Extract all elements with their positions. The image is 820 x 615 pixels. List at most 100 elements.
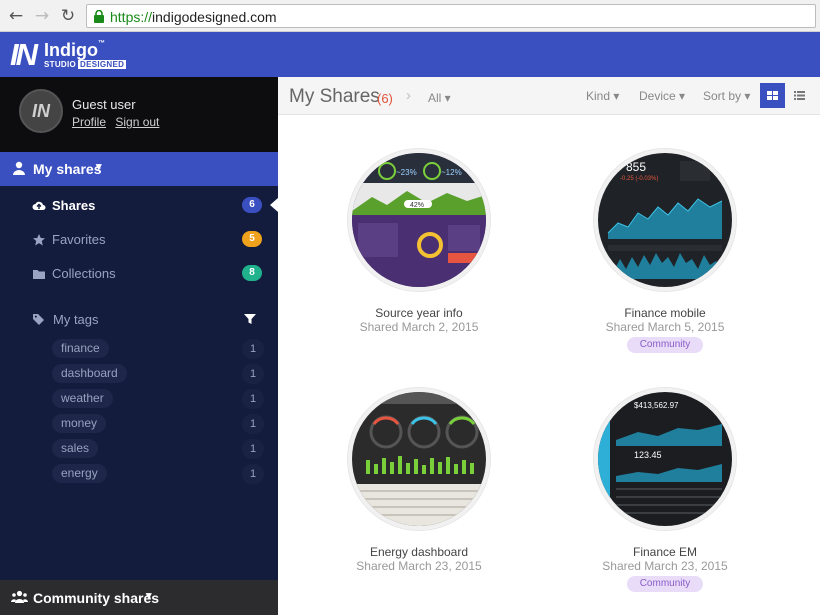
logo-sub: STUDIO DESIGNED [44, 60, 127, 69]
tag-row[interactable]: sales 1 [0, 436, 278, 461]
logo[interactable]: IN Indigo™ STUDIO DESIGNED [10, 37, 127, 75]
card-title[interactable]: Finance mobile [580, 306, 750, 320]
my-shares-header[interactable]: My shares ▾ [0, 152, 278, 186]
active-pointer [270, 198, 278, 212]
main-toolbar: My Shares (6) › All ▾ Kind ▾ Device ▾ So… [278, 77, 820, 115]
filter-icon[interactable] [244, 313, 256, 325]
tag-row[interactable]: dashboard 1 [0, 361, 278, 386]
tag-count: 1 [242, 339, 264, 359]
kind-dropdown[interactable]: Kind ▾ [586, 89, 619, 103]
user-panel: IN Guest user Profile Sign out [0, 77, 278, 152]
browser-toolbar: ← → ↻ https://indigodesigned.com [0, 0, 820, 32]
card-thumbnail[interactable]: ~23% ~12% 42% [348, 149, 490, 291]
tag-count: 1 [242, 439, 264, 459]
card-readout: ~23% [396, 168, 417, 177]
share-card[interactable]: ~23% ~12% 42% Source year info Shared Ma… [334, 149, 504, 339]
dashboard-preview-image: $413,562.97 123.45 [598, 392, 732, 526]
card-thumbnail[interactable]: 855 -0.25 (-0.03%) [594, 149, 736, 291]
logo-sub-designed: DESIGNED [78, 60, 127, 69]
share-card[interactable]: 855 -0.25 (-0.03%) Finance mobile Shared… [580, 149, 750, 355]
sidebar-item-label: Shares [52, 198, 96, 213]
community-shares-label: Community shares [33, 590, 160, 606]
count-badge: 5 [242, 231, 262, 247]
sidebar-item-label: Favorites [52, 232, 106, 247]
card-date: Shared March 23, 2015 [602, 559, 728, 573]
tag-chip[interactable]: weather [52, 389, 113, 408]
card-title[interactable]: Source year info [334, 306, 504, 320]
tag-count: 1 [242, 364, 264, 384]
sidebar-item-label: Collections [52, 266, 116, 281]
dashboard-preview-image [352, 392, 486, 526]
chevron-down-icon: ▾ [146, 590, 152, 602]
sidebar-item-favorites[interactable]: Favorites 5 [0, 224, 278, 256]
share-card[interactable]: Energy dashboard Shared March 23, 2015 [334, 388, 504, 578]
chevron-down-icon: ▾ [96, 161, 102, 173]
card-readout: 123.45 [634, 450, 662, 460]
user-name: Guest user [72, 97, 136, 112]
profile-link[interactable]: Profile [72, 115, 106, 129]
sidebar-item-shares[interactable]: Shares 6 [0, 190, 278, 222]
chevron-right-icon: › [406, 87, 411, 104]
tag-chip[interactable]: sales [52, 439, 99, 458]
card-title[interactable]: Finance EM [580, 545, 750, 559]
sign-out-link[interactable]: Sign out [115, 115, 159, 129]
avatar[interactable]: IN [19, 89, 63, 133]
card-title[interactable]: Energy dashboard [334, 545, 504, 559]
list-view-button[interactable] [787, 83, 812, 108]
forward-icon[interactable]: → [32, 6, 52, 26]
filter-all-label: All [428, 91, 442, 105]
url-host: indigodesigned.com [152, 9, 277, 25]
card-thumbnail[interactable] [348, 388, 490, 530]
sidebar: IN Guest user Profile Sign out My shares… [0, 77, 278, 615]
kind-label: Kind [586, 89, 611, 103]
lock-icon [94, 10, 104, 23]
dashboard-preview-image: ~23% ~12% 42% [352, 153, 486, 287]
grid-icon [767, 91, 778, 100]
card-thumbnail[interactable]: $413,562.97 123.45 [594, 388, 736, 530]
tag-count: 1 [242, 389, 264, 409]
my-shares-label: My shares [33, 161, 102, 177]
url-text: https://indigodesigned.com [110, 9, 277, 25]
sort-dropdown[interactable]: Sort by ▾ [703, 89, 750, 103]
reload-icon[interactable]: ↻ [58, 6, 78, 26]
tag-row[interactable]: weather 1 [0, 386, 278, 411]
tag-count: 1 [242, 414, 264, 434]
title-count: (6) [377, 91, 393, 106]
dashboard-preview-image: 855 -0.25 (-0.03%) [598, 153, 732, 287]
community-badge: Community [627, 576, 703, 592]
cloud-upload-icon [32, 201, 46, 210]
tag-chip[interactable]: energy [52, 464, 107, 483]
filter-all-dropdown[interactable]: All ▾ [428, 91, 451, 105]
card-date: Shared March 5, 2015 [605, 320, 725, 334]
page-title: My Shares [289, 86, 380, 107]
card-readout: $413,562.97 [634, 401, 679, 410]
logo-name: Indigo™ [44, 40, 105, 61]
tag-row[interactable]: money 1 [0, 411, 278, 436]
tags-icon [33, 314, 44, 325]
tag-chip[interactable]: finance [52, 339, 109, 358]
address-bar[interactable]: https://indigodesigned.com [86, 4, 816, 28]
device-label: Device [639, 89, 676, 103]
grid-view-button[interactable] [760, 83, 785, 108]
card-readout: 42% [410, 202, 424, 209]
community-shares-header[interactable]: Community shares ▾ [0, 580, 278, 615]
user-icon [13, 161, 25, 175]
tag-row[interactable]: energy 1 [0, 461, 278, 486]
user-links: Profile Sign out [72, 115, 165, 129]
star-icon [33, 234, 45, 246]
card-readout: ~12% [441, 168, 462, 177]
app-header [0, 32, 820, 77]
back-icon[interactable]: ← [6, 6, 26, 26]
my-tags-header[interactable]: My tags [0, 305, 278, 335]
tag-chip[interactable]: dashboard [52, 364, 127, 383]
count-badge: 8 [242, 265, 262, 281]
share-card[interactable]: $413,562.97 123.45 Finance EM Shared Mar… [580, 388, 750, 594]
card-readout: -0.25 (-0.03%) [620, 176, 658, 182]
device-dropdown[interactable]: Device ▾ [639, 89, 685, 103]
tag-row[interactable]: finance 1 [0, 336, 278, 361]
card-date: Shared March 2, 2015 [359, 320, 479, 334]
card-date: Shared March 23, 2015 [356, 559, 482, 573]
sidebar-item-collections[interactable]: Collections 8 [0, 258, 278, 290]
tag-chip[interactable]: money [52, 414, 107, 433]
community-badge: Community [627, 337, 703, 353]
